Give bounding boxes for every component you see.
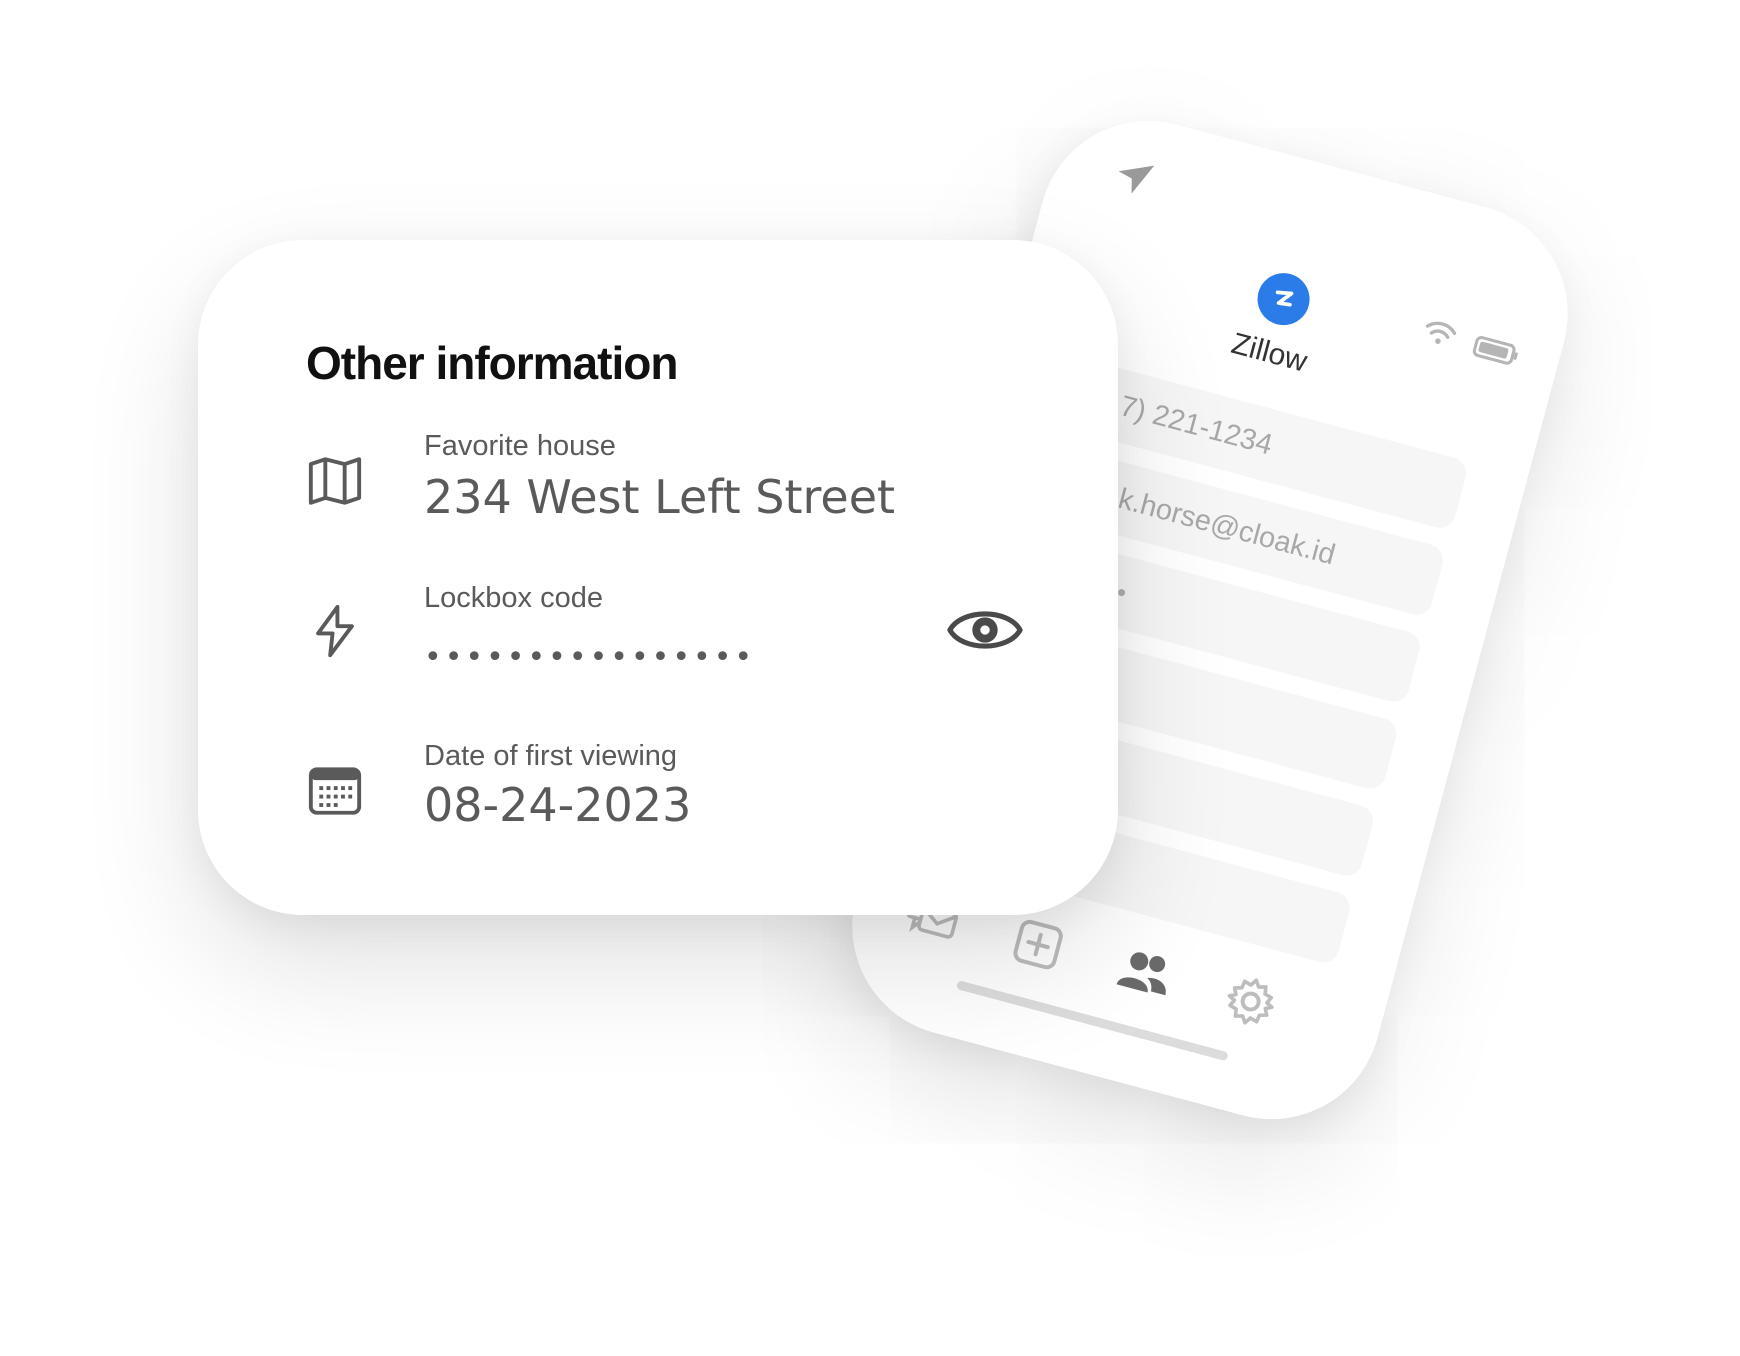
- app-title: Zillow: [1227, 326, 1311, 379]
- favorite-house-value: 234 West Left Street: [424, 470, 896, 524]
- lightning-icon: [316, 604, 354, 658]
- add-icon[interactable]: [1004, 910, 1073, 979]
- zillow-logo: [1251, 267, 1316, 331]
- contacts-icon[interactable]: [1110, 939, 1179, 1008]
- card-title: Other information: [306, 337, 678, 389]
- other-information-card: Other information Favorite house 234 Wes…: [198, 240, 1118, 915]
- home-indicator: [955, 980, 1229, 1062]
- calendar-icon: [308, 767, 362, 815]
- settings-icon[interactable]: [1216, 967, 1285, 1036]
- battery-icon: [1472, 336, 1518, 365]
- lockbox-code-value: ••••••••••••••••: [424, 640, 756, 675]
- zillow-z-icon: [1275, 290, 1294, 307]
- first-viewing-label: Date of first viewing: [424, 740, 678, 772]
- favorite-house-label: Favorite house: [424, 430, 616, 462]
- wifi-icon: [1425, 321, 1457, 344]
- navigation-arrow-icon: [1118, 165, 1155, 194]
- eye-icon[interactable]: [946, 602, 1024, 658]
- lockbox-code-label: Lockbox code: [424, 582, 603, 614]
- first-viewing-value: 08-24-2023: [424, 778, 692, 832]
- map-icon: [308, 457, 362, 505]
